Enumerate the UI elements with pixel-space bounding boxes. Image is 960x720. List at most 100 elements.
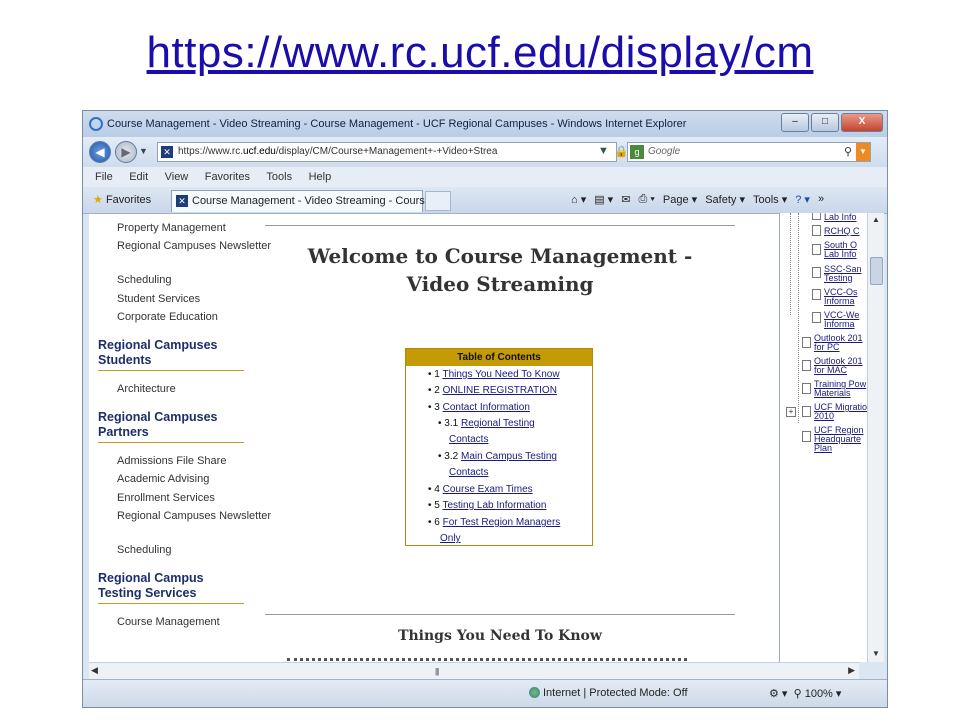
minimize-button[interactable]: – — [781, 113, 809, 132]
tree-item-training[interactable]: Training Pow — [814, 380, 870, 389]
horizontal-scrollbar[interactable]: ◀ ||| ▶ — [89, 662, 859, 679]
toc-item-2[interactable]: • 2 ONLINE REGISTRATION — [428, 383, 557, 400]
page-icon — [812, 213, 821, 220]
nav-heading-partners: Regional Campuses Partners — [98, 410, 244, 443]
tree-item-ucf-migration-2[interactable]: 2010 — [814, 412, 870, 421]
search-options-icon[interactable]: ▼ — [856, 143, 870, 161]
more-icon[interactable]: » — [818, 193, 824, 206]
feeds-icon[interactable]: ▤ ▾ — [594, 193, 613, 206]
tab-active[interactable]: ✕ Course Management - Video Streaming - … — [171, 190, 443, 212]
nav-student-services[interactable]: Student Services — [117, 293, 200, 305]
scroll-down-icon[interactable]: ▼ — [872, 649, 880, 658]
vertical-scrollbar[interactable]: ▲ ▼ — [867, 213, 884, 662]
tools-menu[interactable]: Tools ▾ — [753, 193, 787, 206]
menu-tools[interactable]: Tools — [266, 171, 292, 183]
tree-item-vcc-os[interactable]: VCC-Os — [824, 288, 870, 297]
nav-architecture[interactable]: Architecture — [117, 383, 176, 395]
nav-enrollment-services[interactable]: Enrollment Services — [117, 492, 215, 504]
zoom-control[interactable]: ⚙ ▾ ⚲ 100% ▾ — [769, 687, 841, 700]
tree-item-outlook-mac-2[interactable]: for MAC — [814, 366, 870, 375]
toc-item-3-1-cont[interactable]: Contacts — [449, 432, 488, 449]
star-icon: ★ — [93, 194, 103, 206]
home-icon[interactable]: ⌂ ▾ — [571, 193, 586, 206]
favorites-button[interactable]: ★ Favorites — [93, 193, 151, 206]
new-tab-button[interactable] — [425, 191, 451, 211]
tree-item-training-2[interactable]: Materials — [814, 389, 870, 398]
mail-icon[interactable]: ✉ — [621, 193, 630, 206]
page-icon — [812, 289, 821, 300]
address-dropdown-icon[interactable]: ▼ — [598, 145, 609, 158]
back-button[interactable]: ◀ — [89, 141, 111, 163]
tree-item-vcc-os-2[interactable]: Informa — [824, 297, 870, 306]
menu-help[interactable]: Help — [309, 171, 332, 183]
toc-item-6-cont[interactable]: Only — [440, 531, 461, 548]
history-dropdown-icon[interactable]: ▼ — [139, 146, 148, 156]
tree-item-ssc-san-2[interactable]: Testing — [824, 274, 870, 283]
tree-item-outlook-pc[interactable]: Outlook 201 — [814, 334, 870, 343]
tree-item-ucf-region[interactable]: UCF Region — [814, 426, 870, 435]
toc-item-3-1[interactable]: • 3.1 Regional Testing — [438, 416, 535, 433]
expand-icon[interactable]: + — [786, 407, 796, 417]
nav-admissions-file-share[interactable]: Admissions File Share — [117, 455, 226, 467]
slide-title[interactable]: https://www.rc.ucf.edu/display/cm — [0, 28, 960, 78]
close-button[interactable]: X — [841, 113, 883, 132]
toc-item-4[interactable]: • 4 Course Exam Times — [428, 482, 533, 499]
toc-item-1[interactable]: • 1 Things You Need To Know — [428, 367, 560, 384]
toc-item-5[interactable]: • 5 Testing Lab Information — [428, 498, 546, 515]
safety-menu[interactable]: Safety ▾ — [705, 193, 745, 206]
menu-file[interactable]: File — [95, 171, 113, 183]
nav-course-management[interactable]: Course Management — [117, 616, 220, 628]
page-icon — [812, 225, 821, 236]
nav-academic-advising[interactable]: Academic Advising — [117, 473, 209, 485]
tree-item-outlook-pc-2[interactable]: for PC — [814, 343, 870, 352]
page-title: Welcome to Course Management - Video Str… — [307, 244, 693, 296]
toc-item-3-2[interactable]: • 3.2 Main Campus Testing — [438, 449, 557, 466]
nav-rc-newsletter-1[interactable]: Regional Campuses Newsletter — [117, 240, 271, 252]
nav-scheduling-2[interactable]: Scheduling — [117, 544, 171, 556]
tree-item-south-o-2[interactable]: Lab Info — [824, 250, 870, 259]
tree-item-south-o[interactable]: South O — [824, 241, 870, 250]
nav-rc-newsletter-2[interactable]: Regional Campuses Newsletter — [117, 510, 271, 522]
page-icon — [812, 267, 821, 278]
scroll-right-icon[interactable]: ▶ — [848, 665, 855, 676]
menu-edit[interactable]: Edit — [129, 171, 148, 183]
tab-label: Course Management - Video Streaming - Co… — [192, 195, 444, 207]
scroll-left-icon[interactable]: ◀ — [91, 665, 98, 676]
scroll-grip-icon[interactable]: ||| — [435, 667, 439, 676]
forward-button[interactable]: ▶ — [115, 141, 137, 163]
nav-property-management[interactable]: Property Management — [117, 222, 226, 234]
nav-corporate-education[interactable]: Corporate Education — [117, 311, 218, 323]
toc-item-3-2-cont[interactable]: Contacts — [449, 465, 488, 482]
search-icon[interactable]: ⚲ — [844, 145, 852, 158]
nav-heading-students: Regional Campuses Students — [98, 338, 244, 371]
help-icon[interactable]: ? ▾ — [795, 193, 810, 206]
scroll-thumb[interactable] — [870, 257, 883, 285]
tree-item-ucf-migration[interactable]: UCF Migratio — [814, 403, 870, 412]
print-icon[interactable]: ⎙ ▾ — [638, 193, 654, 206]
page-tree-pane: Lab Info RCHQ C South O Lab Info SSC-San… — [779, 213, 870, 662]
tree-item-rchq[interactable]: RCHQ C — [824, 227, 870, 236]
toc-item-3[interactable]: • 3 Contact Information — [428, 400, 530, 417]
menu-view[interactable]: View — [165, 171, 189, 183]
tree-connector — [790, 213, 791, 315]
tree-item-ucf-region-3[interactable]: Plan — [814, 444, 870, 453]
address-bar[interactable]: ✕ https://www.rc.ucf.edu/display/CM/Cour… — [157, 142, 675, 162]
window-title: Course Management - Video Streaming - Co… — [107, 118, 687, 130]
scroll-up-icon[interactable]: ▲ — [872, 215, 880, 224]
search-box[interactable]: g Google ⚲ ▼ — [627, 142, 871, 162]
section-divider — [265, 614, 735, 615]
maximize-button[interactable]: □ — [811, 113, 839, 132]
tree-item-ssc-san[interactable]: SSC-San — [824, 265, 870, 274]
tree-item-vcc-we-2[interactable]: Informa — [824, 320, 870, 329]
section-title: Things You Need To Know — [398, 628, 602, 644]
nav-scheduling-1[interactable]: Scheduling — [117, 274, 171, 286]
tree-item-outlook-mac[interactable]: Outlook 201 — [814, 357, 870, 366]
tab-row: ★ Favorites ✕ Course Management - Video … — [83, 187, 887, 214]
page-menu[interactable]: Page ▾ — [663, 193, 697, 206]
toc-item-6[interactable]: • 6 For Test Region Managers — [428, 515, 560, 532]
tree-item-ucf-region-2[interactable]: Headquarte — [814, 435, 870, 444]
tree-item-lab-info-1[interactable]: Lab Info — [824, 213, 870, 222]
menu-favorites[interactable]: Favorites — [205, 171, 250, 183]
security-zone[interactable]: Internet | Protected Mode: Off — [529, 687, 688, 699]
tree-item-vcc-we[interactable]: VCC-We — [824, 311, 870, 320]
